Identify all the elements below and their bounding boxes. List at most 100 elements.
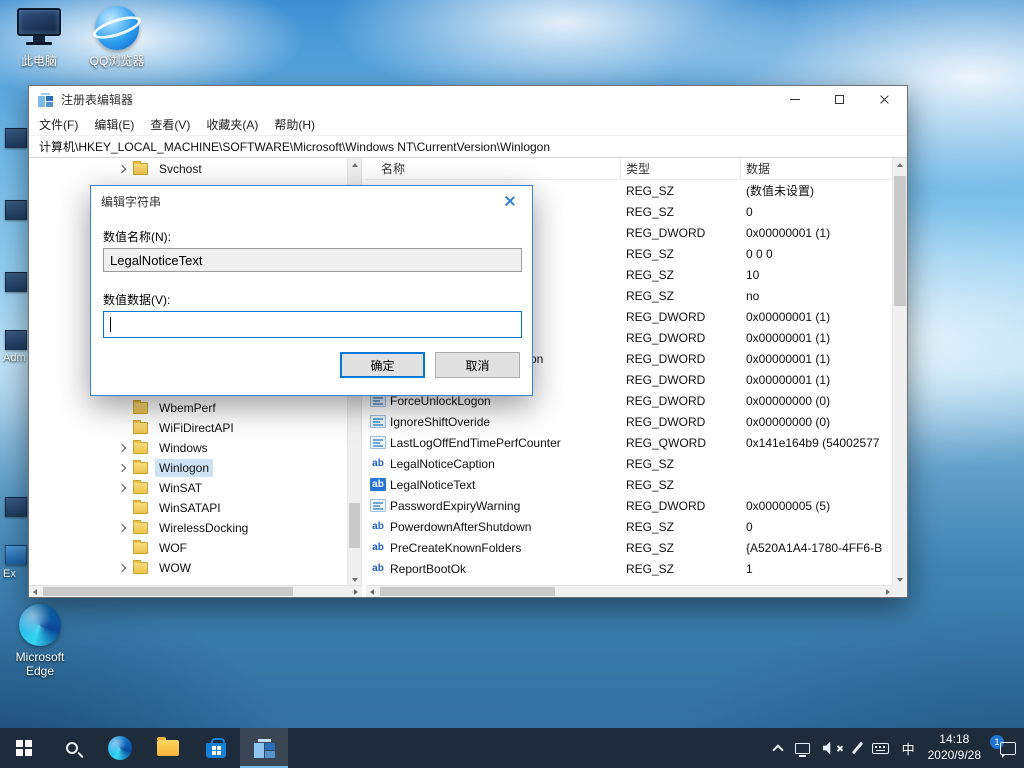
notification-icon bbox=[1000, 742, 1016, 755]
binary-value-icon bbox=[370, 415, 386, 428]
scroll-down-icon[interactable] bbox=[897, 578, 903, 582]
cancel-button[interactable]: 取消 bbox=[435, 352, 520, 378]
scroll-right-icon[interactable] bbox=[354, 589, 358, 595]
menu-item[interactable]: 帮助(H) bbox=[266, 116, 323, 133]
value-row[interactable]: abPreCreateKnownFoldersREG_SZ{A520A1A4-1… bbox=[366, 537, 892, 558]
value-type: REG_SZ bbox=[621, 289, 741, 303]
list-vertical-scrollbar[interactable] bbox=[892, 158, 907, 587]
tray-overflow-button[interactable] bbox=[774, 742, 782, 754]
column-header[interactable]: 类型 bbox=[621, 158, 741, 179]
expand-chevron-icon[interactable] bbox=[118, 464, 126, 472]
tray-touch-keyboard[interactable] bbox=[872, 743, 889, 754]
value-data: 0x00000000 (0) bbox=[741, 415, 892, 429]
scroll-right-icon[interactable] bbox=[886, 589, 890, 595]
scroll-up-icon[interactable] bbox=[897, 163, 903, 167]
menu-item[interactable]: 查看(V) bbox=[142, 116, 198, 133]
string-value-icon: ab bbox=[370, 541, 386, 554]
expand-chevron-icon[interactable] bbox=[118, 524, 126, 532]
windows-logo-icon bbox=[16, 740, 32, 756]
start-button[interactable] bbox=[0, 728, 48, 768]
value-data: 0x00000005 (5) bbox=[741, 499, 892, 513]
tree-item[interactable]: Winlogon bbox=[29, 458, 347, 478]
maximize-icon bbox=[835, 95, 844, 104]
partial-desktop-icon[interactable] bbox=[5, 330, 27, 350]
folder-icon bbox=[133, 522, 148, 534]
tree-item[interactable]: WbemPerf bbox=[29, 398, 347, 418]
maximize-button[interactable] bbox=[817, 86, 862, 113]
scrollbar-thumb[interactable] bbox=[894, 176, 906, 306]
search-button[interactable] bbox=[48, 728, 96, 768]
scrollbar-thumb[interactable] bbox=[43, 587, 293, 596]
desktop-icon-edge[interactable]: Microsoft Edge bbox=[8, 604, 72, 679]
close-button[interactable] bbox=[862, 86, 907, 113]
partial-desktop-icon[interactable] bbox=[5, 272, 27, 292]
column-header[interactable]: 名称 bbox=[366, 158, 621, 179]
scroll-left-icon[interactable] bbox=[370, 589, 374, 595]
window-titlebar[interactable]: 注册表编辑器 bbox=[29, 86, 907, 113]
string-value-icon: ab bbox=[370, 520, 386, 533]
expand-chevron-icon[interactable] bbox=[118, 484, 126, 492]
partial-desktop-icon[interactable] bbox=[5, 497, 27, 517]
taskbar-file-explorer[interactable] bbox=[144, 728, 192, 768]
tree-item[interactable]: Windows bbox=[29, 438, 347, 458]
value-row[interactable]: PasswordExpiryWarningREG_DWORD0x00000005… bbox=[366, 495, 892, 516]
value-data-input[interactable] bbox=[103, 311, 522, 338]
minimize-button[interactable] bbox=[772, 86, 817, 113]
scrollbar-thumb[interactable] bbox=[349, 503, 360, 548]
menu-item[interactable]: 文件(F) bbox=[31, 116, 86, 133]
dialog-close-button[interactable] bbox=[488, 186, 532, 216]
value-data: 1 bbox=[741, 562, 892, 576]
expand-chevron-icon[interactable] bbox=[118, 165, 126, 173]
taskbar-edge[interactable] bbox=[96, 728, 144, 768]
ok-button[interactable]: 确定 bbox=[340, 352, 425, 378]
value-row[interactable]: abPowerdownAfterShutdownREG_SZ0 bbox=[366, 516, 892, 537]
taskbar-store[interactable] bbox=[192, 728, 240, 768]
expand-chevron-icon[interactable] bbox=[118, 444, 126, 452]
tray-network[interactable] bbox=[795, 743, 810, 754]
value-name: ReportBootOk bbox=[390, 562, 621, 576]
tree-item[interactable]: Svchost bbox=[29, 159, 347, 179]
partial-desktop-icon[interactable] bbox=[5, 200, 27, 220]
value-data: 0x00000000 (0) bbox=[741, 394, 892, 408]
value-row[interactable]: abReportBootOkREG_SZ1 bbox=[366, 558, 892, 579]
tray-clock[interactable]: 14:18 2020/9/28 bbox=[928, 732, 981, 763]
value-row[interactable]: abLegalNoticeCaptionREG_SZ bbox=[366, 453, 892, 474]
tree-item[interactable]: WirelessDocking bbox=[29, 518, 347, 538]
tray-pen[interactable] bbox=[856, 741, 859, 755]
address-bar[interactable]: 计算机\HKEY_LOCAL_MACHINE\SOFTWARE\Microsof… bbox=[29, 135, 907, 158]
menu-item[interactable]: 编辑(E) bbox=[86, 116, 142, 133]
scroll-up-icon[interactable] bbox=[352, 163, 358, 167]
scroll-down-icon[interactable] bbox=[352, 578, 358, 582]
value-name: LegalNoticeText bbox=[390, 478, 621, 492]
tree-item[interactable]: WOW bbox=[29, 558, 347, 578]
value-row[interactable]: IgnoreShiftOverideREG_DWORD0x00000000 (0… bbox=[366, 411, 892, 432]
value-row[interactable]: LastLogOffEndTimePerfCounterREG_QWORD0x1… bbox=[366, 432, 892, 453]
list-horizontal-scrollbar[interactable] bbox=[366, 585, 894, 597]
partial-desktop-icon[interactable] bbox=[5, 128, 27, 148]
partial-desktop-icon[interactable] bbox=[5, 545, 27, 565]
scrollbar-thumb[interactable] bbox=[380, 587, 555, 596]
scroll-left-icon[interactable] bbox=[33, 589, 37, 595]
expand-chevron-icon[interactable] bbox=[118, 564, 126, 572]
value-data: 0x141e164b9 (54002577 bbox=[741, 436, 892, 450]
tray-volume[interactable] bbox=[823, 742, 843, 755]
taskbar-registry-editor[interactable] bbox=[240, 728, 288, 768]
action-center-button[interactable]: 1 bbox=[1000, 742, 1016, 755]
menu-item[interactable]: 收藏夹(A) bbox=[198, 116, 266, 133]
desktop-icon-this-pc[interactable]: 此电脑 bbox=[6, 8, 72, 68]
dialog-titlebar[interactable]: 编辑字符串 bbox=[91, 186, 532, 216]
value-name-field[interactable]: LegalNoticeText bbox=[103, 248, 522, 272]
tree-item[interactable]: WOF bbox=[29, 538, 347, 558]
tray-ime-mode[interactable]: 中 bbox=[902, 739, 915, 758]
tree-horizontal-scrollbar[interactable] bbox=[29, 585, 362, 597]
desktop-icon-qq-browser[interactable]: QQ浏览器 bbox=[82, 6, 152, 68]
tree-item[interactable]: WinSAT bbox=[29, 478, 347, 498]
folder-icon bbox=[133, 542, 148, 554]
value-data: 0x00000001 (1) bbox=[741, 373, 892, 387]
value-row[interactable]: abLegalNoticeTextREG_SZ bbox=[366, 474, 892, 495]
binary-value-icon bbox=[370, 436, 386, 449]
column-header[interactable]: 数据 bbox=[741, 158, 892, 179]
tree-item[interactable]: WiFiDirectAPI bbox=[29, 418, 347, 438]
tree-item[interactable]: WinSATAPI bbox=[29, 498, 347, 518]
value-type: REG_DWORD bbox=[621, 331, 741, 345]
